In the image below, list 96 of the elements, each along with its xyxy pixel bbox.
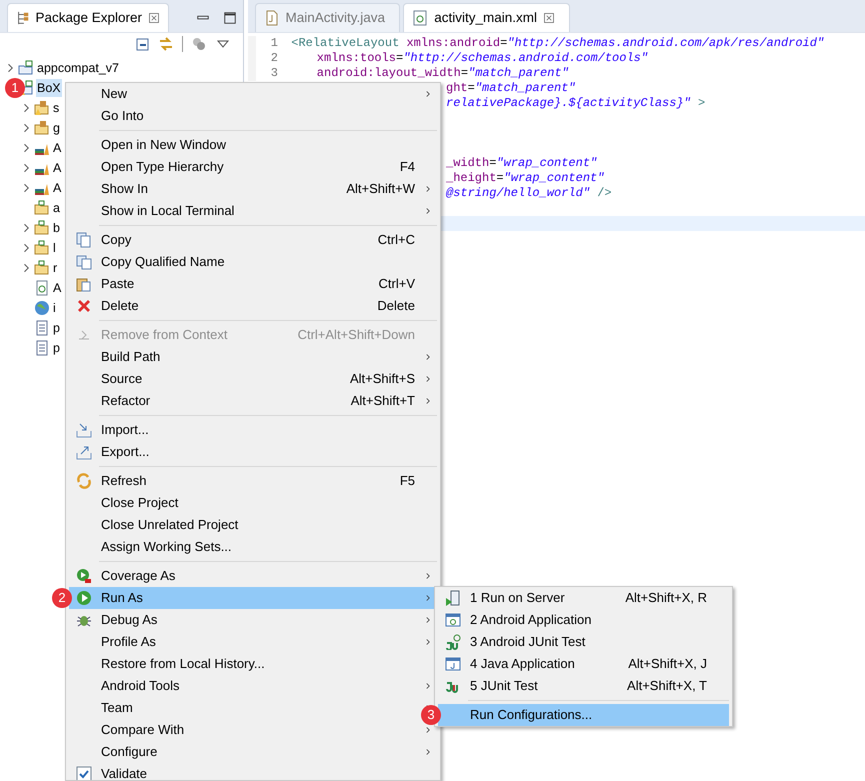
tree-item[interactable]: l [52, 239, 57, 258]
menu-item[interactable]: 2 Android Application [438, 609, 729, 631]
server-icon [445, 590, 461, 606]
tree-item[interactable]: p [52, 319, 61, 338]
junit-icon [445, 634, 461, 650]
menu-item[interactable]: Close Unrelated Project [69, 514, 437, 536]
menu-item[interactable]: Debug As [69, 609, 437, 631]
java-file-icon [264, 10, 280, 26]
menu-item[interactable]: Coverage As [69, 565, 437, 587]
folder-icon [34, 240, 50, 256]
delete-icon [76, 298, 92, 314]
menu-item[interactable]: 5 JUnit Test Alt+Shift+X, T [438, 675, 729, 697]
tree-item[interactable]: A [52, 159, 62, 178]
menu-item[interactable]: 1 Run on Server Alt+Shift+X, R [438, 587, 729, 609]
menu-item[interactable]: 4 Java Application Alt+Shift+X, J [438, 653, 729, 675]
menu-item[interactable]: Close Project [69, 492, 437, 514]
beans-icon [191, 36, 207, 52]
menu-item[interactable]: Configure [69, 741, 437, 763]
menu-item[interactable]: Open in New Window [69, 134, 437, 156]
menu-item[interactable]: Export... [69, 441, 437, 463]
code-line: android:layout_width="match_parent" [316, 66, 569, 82]
import-icon [76, 422, 92, 438]
tree-item[interactable]: p [52, 339, 61, 358]
copy-icon [76, 232, 92, 248]
menu-item[interactable]: Show in Local Terminal [69, 200, 437, 222]
folder-icon [34, 260, 50, 276]
menu-item[interactable]: Android Tools [69, 675, 437, 697]
tree-item[interactable]: b [52, 219, 61, 238]
menu-item[interactable]: Delete Delete [69, 295, 437, 317]
collapse-all-icon [134, 36, 150, 52]
menu-item[interactable]: Source Alt+Shift+S [69, 368, 437, 390]
package-folder-icon [34, 120, 50, 136]
tree-item[interactable]: BoX [36, 79, 62, 98]
run-icon [76, 590, 92, 606]
menu-item[interactable]: Restore from Local History... [69, 653, 437, 675]
code-line: @string/hello_world" /> [446, 186, 612, 202]
menu-item[interactable]: Import... [69, 419, 437, 441]
tree-item[interactable]: A [52, 139, 62, 158]
menu-item[interactable]: 3 Android JUnit Test [438, 631, 729, 653]
step-badge: 2 [52, 588, 72, 608]
globe-icon [34, 300, 50, 316]
close-icon [543, 12, 556, 24]
menu-item[interactable]: Run As [69, 587, 437, 609]
link-icon [158, 36, 174, 52]
code-line: _height="wrap_content" [446, 171, 604, 186]
menu-item[interactable]: Copy Ctrl+C [69, 229, 437, 251]
menu-item[interactable]: Validate [69, 763, 437, 780]
menu-item[interactable]: Paste Ctrl+V [69, 273, 437, 295]
tree-item[interactable]: appcompat_v7 [36, 59, 120, 78]
menu-item[interactable]: Profile As [69, 631, 437, 653]
android-file-icon [412, 10, 428, 26]
hierarchy-icon [16, 11, 30, 25]
menu-item[interactable]: Build Path [69, 346, 437, 368]
code-line: xmlns:tools="http://schemas.android.com/tools" [316, 51, 648, 66]
refresh-icon [76, 473, 92, 489]
text-file-icon [34, 320, 50, 336]
step-badge: 1 [5, 78, 25, 98]
maximize-icon [222, 11, 236, 25]
menu-item[interactable]: Show In Alt+Shift+W [69, 178, 437, 200]
folder-icon [34, 220, 50, 236]
menu-item[interactable]: Refactor Alt+Shift+T [69, 390, 437, 412]
android-window-icon [445, 612, 461, 628]
code-line: relativePackage}.${activityClass}" > [446, 96, 706, 112]
tree-item[interactable]: a [52, 199, 61, 218]
export-icon [76, 444, 92, 460]
tree-item[interactable]: A [52, 279, 62, 298]
menu-item[interactable]: Go Into [69, 105, 437, 127]
code-line: <RelativeLayout xmlns:android="http://schemas.android.com/apk/res/android" [290, 36, 824, 52]
project-folder-icon [18, 60, 34, 76]
close-icon [148, 12, 160, 24]
editor-tab[interactable]: MainActivity.java [254, 3, 400, 32]
menu-item[interactable]: Run Configurations... [438, 704, 729, 726]
tree-item[interactable]: g [52, 119, 61, 138]
folder-icon [34, 200, 50, 216]
line-number: 2 [248, 51, 288, 66]
coverage-icon [76, 568, 92, 584]
menu-item[interactable]: Copy Qualified Name [69, 251, 437, 273]
android-file-icon [34, 280, 50, 296]
menu-item[interactable]: Refresh F5 [69, 470, 437, 492]
copy-icon [76, 254, 92, 270]
package-folder-icon [34, 100, 50, 116]
editor-tab[interactable]: activity_main.xml [403, 3, 570, 32]
tree-item[interactable]: i [52, 299, 57, 318]
tree-item[interactable]: r [52, 259, 58, 278]
menu-item[interactable]: Open Type Hierarchy F4 [69, 156, 437, 178]
tree-item[interactable]: A [52, 179, 62, 198]
paste-icon [76, 276, 92, 292]
code-line: ght="match_parent" [446, 81, 576, 96]
text-file-icon [34, 340, 50, 356]
code-line: _width="wrap_content" [446, 156, 598, 172]
tree-item[interactable]: s [52, 99, 60, 118]
line-number: 1 [248, 36, 288, 52]
menu-item[interactable]: Assign Working Sets... [69, 536, 437, 558]
view-tab[interactable]: Package Explorer [6, 3, 170, 32]
java-window-icon [445, 656, 461, 672]
menu-item[interactable]: New [69, 83, 437, 105]
